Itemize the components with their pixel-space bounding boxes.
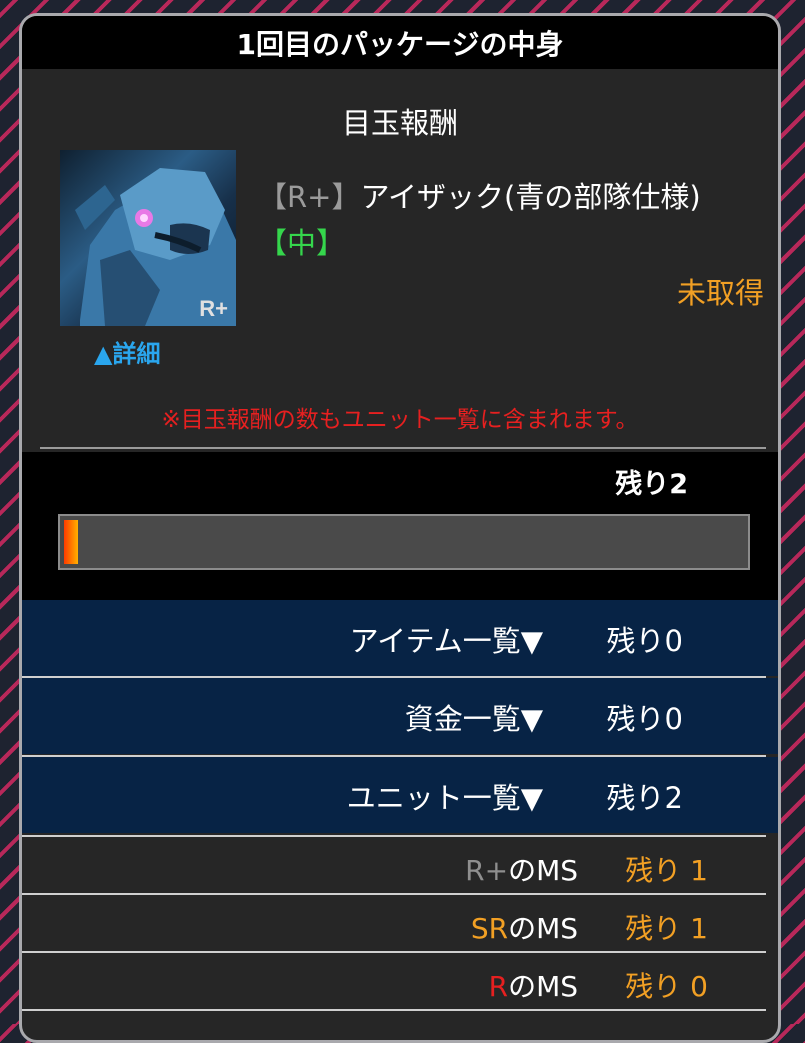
- ms-remaining: 残り 1: [625, 854, 708, 887]
- ms-rank: R: [488, 970, 509, 1003]
- ms-suffix: のMS: [508, 912, 578, 945]
- reward-item-name: 【R+】アイザック(青の部隊仕様) 【中】: [258, 174, 758, 266]
- rank-badge: R+: [199, 296, 228, 321]
- rank-tag: 【R+】: [258, 180, 361, 214]
- progress-bar: [58, 514, 750, 570]
- progress-section: 残り2: [22, 452, 778, 600]
- row-divider: [22, 1009, 766, 1011]
- progress-bar-fill: [64, 520, 78, 564]
- featured-reward-title: 目玉報酬: [341, 106, 458, 140]
- ms-row-sr: SRのMS 残り 1: [22, 895, 778, 951]
- category-remaining: 残り0: [606, 624, 683, 658]
- category-row-items[interactable]: アイテム一覧▼ 残り0: [22, 600, 778, 676]
- ms-label: SRのMS: [471, 907, 578, 947]
- category-label: アイテム一覧▼: [349, 624, 543, 658]
- ms-rank: R+: [465, 854, 509, 887]
- panel-title: 1回目のパッケージの中身: [236, 27, 564, 61]
- category-row-units[interactable]: ユニット一覧▼ 残り2: [22, 757, 778, 833]
- size-tag: 【中】: [258, 226, 346, 260]
- total-remaining: 残り2: [615, 469, 688, 500]
- package-contents-panel: 1回目のパッケージの中身 目玉報酬 R+ ▲詳細 【R+】アイザック(青の部隊仕…: [19, 13, 781, 1043]
- ms-row-r: RのMS 残り 0: [22, 953, 778, 1009]
- category-remaining: 残り2: [606, 781, 683, 815]
- ms-suffix: のMS: [508, 970, 578, 1003]
- acquisition-status: 未取得: [676, 276, 764, 310]
- reward-unit-thumbnail[interactable]: R+: [60, 150, 236, 326]
- section-divider: [40, 447, 766, 449]
- ms-label: R+のMS: [465, 849, 578, 889]
- panel-header: 1回目のパッケージの中身: [22, 16, 778, 69]
- ms-row-rplus: R+のMS 残り 1: [22, 837, 778, 893]
- category-remaining: 残り0: [606, 702, 683, 736]
- ms-label: RのMS: [489, 965, 578, 1005]
- ms-remaining: 残り 0: [625, 970, 708, 1003]
- unit-name: アイザック(青の部隊仕様): [360, 180, 701, 214]
- ms-rank: SR: [470, 912, 509, 945]
- ms-suffix: のMS: [508, 854, 578, 887]
- details-link[interactable]: ▲詳細: [94, 334, 160, 369]
- category-row-funds[interactable]: 資金一覧▼ 残り0: [22, 678, 778, 754]
- category-label: ユニット一覧▼: [346, 781, 543, 815]
- notice-text: ※目玉報酬の数もユニット一覧に含まれます。: [161, 407, 639, 433]
- category-label: 資金一覧▼: [404, 702, 543, 736]
- ms-remaining: 残り 1: [625, 912, 708, 945]
